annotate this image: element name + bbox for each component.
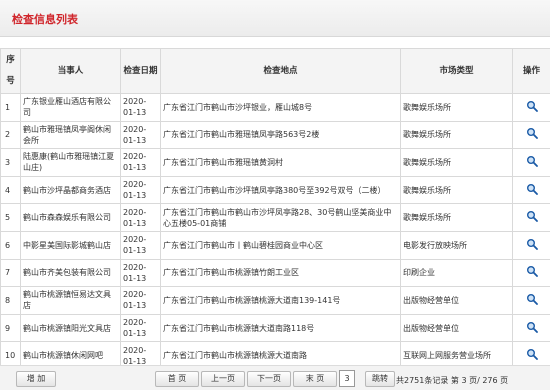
row-no: 4 [1, 176, 21, 204]
magnifier-icon[interactable] [526, 105, 538, 114]
row-party: 广东银业雁山酒店有限公司 [21, 94, 121, 122]
row-no: 5 [1, 204, 21, 232]
title-bar: 检查信息列表 [0, 0, 550, 37]
row-view-cell [513, 314, 550, 342]
row-no: 7 [1, 259, 21, 287]
row-date: 2020-01-13 [121, 259, 161, 287]
row-party: 鹤山市雅瑶镇凤亭阁休闲会所 [21, 121, 121, 149]
row-view-cell [513, 287, 550, 315]
pagination-bar: 增 加 首 页 上一页 下一页 末 页 3 跳转 共2751条记录 第 3 页/… [0, 365, 550, 390]
row-party: 鹤山市桃源镇阳光文具店 [21, 314, 121, 342]
table-row: 8鹤山市桃源镇恒易达文具店2020-01-13广东省江门市鹤山市桃源镇桃源大道南… [1, 287, 550, 315]
add-button[interactable]: 增 加 [16, 371, 56, 387]
row-date: 2020-01-13 [121, 121, 161, 149]
row-type: 歌舞娱乐场所 [401, 149, 513, 177]
header-date: 检查日期 [121, 49, 161, 94]
header-no: 序号 [1, 49, 21, 94]
row-type: 出版物经营单位 [401, 287, 513, 315]
magnifier-icon[interactable] [526, 215, 538, 224]
row-party: 鹤山市齐美包装有限公司 [21, 259, 121, 287]
last-page-button[interactable]: 末 页 [293, 371, 337, 387]
first-page-button[interactable]: 首 页 [155, 371, 199, 387]
row-type: 歌舞娱乐场所 [401, 204, 513, 232]
row-place: 广东省江门市鹤山市桃源镇桃源大道南139-141号 [161, 287, 401, 315]
row-view-cell [513, 204, 550, 232]
row-view-cell [513, 94, 550, 122]
magnifier-icon[interactable] [526, 298, 538, 307]
row-type: 歌舞娱乐场所 [401, 176, 513, 204]
header-place: 检查地点 [161, 49, 401, 94]
table-row: 6中影星美国际影城鹤山店2020-01-13广东省江门市鹤山市丨鹤山碧桂园商业中… [1, 231, 550, 259]
prev-page-button[interactable]: 上一页 [201, 371, 245, 387]
magnifier-icon[interactable] [526, 270, 538, 279]
table-row: 3陆惠康(鹤山市雅瑶镇江夏山庄)2020-01-13广东省江门市鹤山市雅瑶镇黄洞… [1, 149, 550, 177]
row-place: 广东省江门市鹤山市桃源镇大道南路118号 [161, 314, 401, 342]
row-party: 鹤山市森森娱乐有限公司 [21, 204, 121, 232]
page-title: 检查信息列表 [12, 11, 78, 27]
row-date: 2020-01-13 [121, 314, 161, 342]
table-row: 4鹤山市沙坪晶都商务酒店2020-01-13广东省江门市鹤山市沙坪镇凤亭路380… [1, 176, 550, 204]
magnifier-icon[interactable] [526, 132, 538, 141]
row-place: 广东省江门市鹤山市雅瑶镇黄洞村 [161, 149, 401, 177]
table-row: 2鹤山市雅瑶镇凤亭阁休闲会所2020-01-13广东省江门市鹤山市雅瑶镇凤亭路5… [1, 121, 550, 149]
row-place: 广东省江门市鹤山市沙坪镇凤亭路380号至392号双号（二楼） [161, 176, 401, 204]
magnifier-icon[interactable] [526, 188, 538, 197]
row-party: 陆惠康(鹤山市雅瑶镇江夏山庄) [21, 149, 121, 177]
header-party: 当事人 [21, 49, 121, 94]
row-date: 2020-01-13 [121, 204, 161, 232]
row-no: 9 [1, 314, 21, 342]
row-view-cell [513, 176, 550, 204]
header-op: 操作 [513, 49, 550, 94]
table-row: 7鹤山市齐美包装有限公司2020-01-13广东省江门市鹤山市桃源镇竹朗工业区印… [1, 259, 550, 287]
row-view-cell [513, 259, 550, 287]
row-place: 广东省江门市鹤山市鹤山市沙坪凤亭路28、30号鹤山坚美商业中心五楼05-01商铺 [161, 204, 401, 232]
row-party: 鹤山市沙坪晶都商务酒店 [21, 176, 121, 204]
row-type: 印刷企业 [401, 259, 513, 287]
row-no: 1 [1, 94, 21, 122]
table-row: 5鹤山市森森娱乐有限公司2020-01-13广东省江门市鹤山市鹤山市沙坪凤亭路2… [1, 204, 550, 232]
table-row: 1广东银业雁山酒店有限公司2020-01-13广东省江门市鹤山市沙坪银业，雁山城… [1, 94, 550, 122]
row-type: 出版物经营单位 [401, 314, 513, 342]
row-party: 中影星美国际影城鹤山店 [21, 231, 121, 259]
magnifier-icon[interactable] [526, 326, 538, 335]
row-place: 广东省江门市鹤山市丨鹤山碧桂园商业中心区 [161, 231, 401, 259]
row-date: 2020-01-13 [121, 231, 161, 259]
row-view-cell [513, 121, 550, 149]
row-place: 广东省江门市鹤山市沙坪银业，雁山城8号 [161, 94, 401, 122]
table-header-row: 序号 当事人 检查日期 检查地点 市场类型 操作 [1, 49, 550, 94]
magnifier-icon[interactable] [526, 243, 538, 252]
row-view-cell [513, 149, 550, 177]
row-no: 2 [1, 121, 21, 149]
row-date: 2020-01-13 [121, 149, 161, 177]
table-row: 9鹤山市桃源镇阳光文具店2020-01-13广东省江门市鹤山市桃源镇大道南路11… [1, 314, 550, 342]
inspection-table: 序号 当事人 检查日期 检查地点 市场类型 操作 1广东银业雁山酒店有限公司20… [0, 48, 550, 370]
row-no: 6 [1, 231, 21, 259]
row-date: 2020-01-13 [121, 94, 161, 122]
row-type: 电影发行放映场所 [401, 231, 513, 259]
row-date: 2020-01-13 [121, 287, 161, 315]
row-date: 2020-01-13 [121, 176, 161, 204]
magnifier-icon[interactable] [526, 160, 538, 169]
page-number-input[interactable]: 3 [339, 370, 355, 387]
inspection-table-wrapper: 序号 当事人 检查日期 检查地点 市场类型 操作 1广东银业雁山酒店有限公司20… [0, 48, 550, 370]
row-party: 鹤山市桃源镇恒易达文具店 [21, 287, 121, 315]
record-info: 共2751条记录 第 3 页/ 276 页 [396, 375, 508, 386]
row-place: 广东省江门市鹤山市雅瑶镇凤亭路563号2楼 [161, 121, 401, 149]
next-page-button[interactable]: 下一页 [247, 371, 291, 387]
header-type: 市场类型 [401, 49, 513, 94]
row-type: 歌舞娱乐场所 [401, 94, 513, 122]
row-place: 广东省江门市鹤山市桃源镇竹朗工业区 [161, 259, 401, 287]
magnifier-icon[interactable] [526, 353, 538, 362]
row-view-cell [513, 231, 550, 259]
row-type: 歌舞娱乐场所 [401, 121, 513, 149]
jump-button[interactable]: 跳转 [365, 371, 395, 387]
row-no: 8 [1, 287, 21, 315]
row-no: 3 [1, 149, 21, 177]
